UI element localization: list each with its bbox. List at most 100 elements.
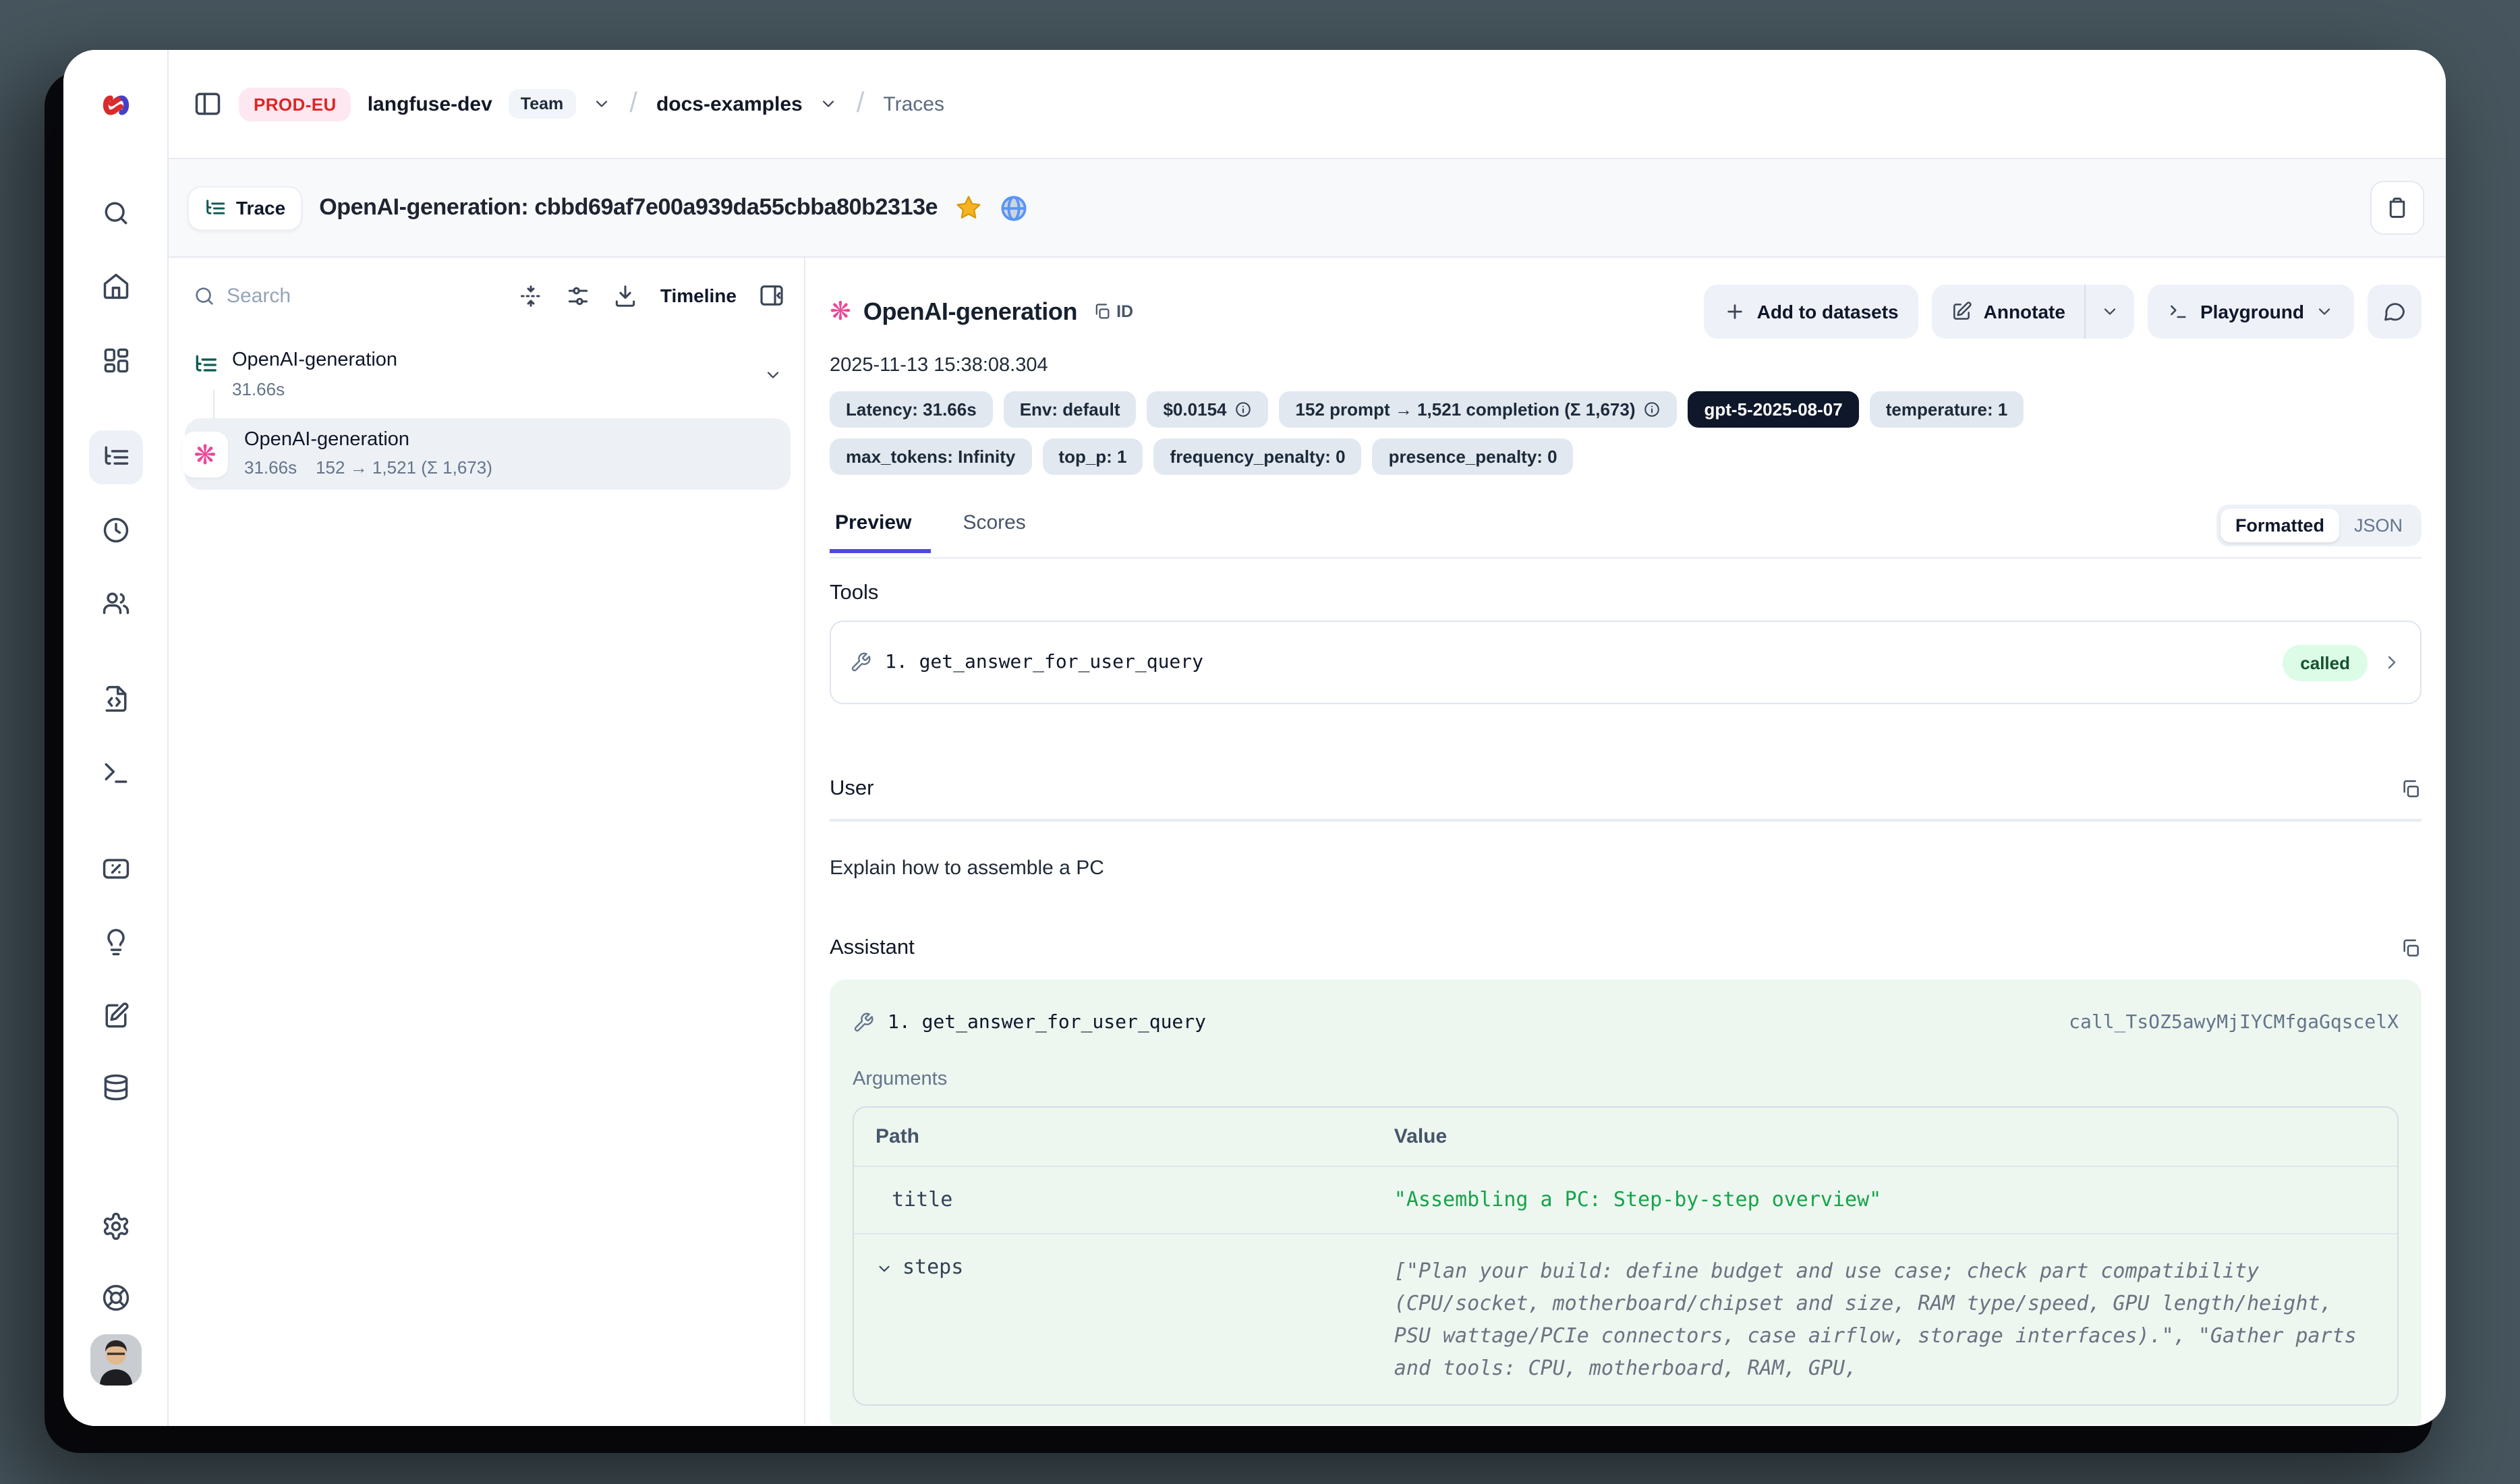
- sidebar-item-prompts[interactable]: [88, 672, 142, 726]
- chevron-down-icon[interactable]: [764, 366, 782, 384]
- sidebar-item-datasets[interactable]: [88, 1060, 142, 1114]
- breadcrumb-section[interactable]: Traces: [883, 92, 944, 115]
- max-tokens-badge: max_tokens: Infinity: [830, 438, 1031, 475]
- download-button[interactable]: [613, 283, 639, 308]
- list-tree-icon: [193, 352, 219, 378]
- home-icon: [101, 271, 130, 301]
- copy-icon[interactable]: [2400, 778, 2422, 800]
- format-json[interactable]: JSON: [2339, 509, 2417, 542]
- chevron-down-icon[interactable]: [592, 94, 610, 113]
- add-to-datasets-button[interactable]: Add to datasets: [1705, 285, 1919, 339]
- section-divider: [830, 819, 2422, 822]
- tokens-badge: 152 prompt → 1,521 completion (Σ 1,673): [1280, 391, 1678, 428]
- generation-duration: 31.66s: [244, 457, 297, 478]
- search-input[interactable]: [227, 284, 348, 307]
- annotate-button[interactable]: Annotate: [1932, 285, 2084, 339]
- sidebar-item-dashboards[interactable]: [88, 333, 142, 387]
- breadcrumb-separator: /: [857, 88, 865, 120]
- app-window: PROD-EU langfuse-dev Team / docs-example…: [63, 50, 2446, 1426]
- openai-icon: ❋: [830, 299, 851, 324]
- chevron-down-icon[interactable]: [819, 94, 838, 113]
- tab-scores[interactable]: Scores: [949, 511, 1039, 551]
- collapse-observations-button[interactable]: [519, 283, 544, 308]
- format-formatted[interactable]: Formatted: [2221, 509, 2339, 542]
- tools-heading: Tools: [830, 581, 2422, 606]
- tool-name: 1. get_answer_for_user_query: [885, 652, 1203, 673]
- format-toggle: Formatted JSON: [2216, 505, 2422, 546]
- database-icon: [101, 1073, 130, 1102]
- latency-badge: Latency: 31.66s: [830, 391, 993, 428]
- lightbulb-icon: [101, 928, 130, 958]
- sidebar-item-search[interactable]: [88, 186, 142, 240]
- frequency-penalty-badge: frequency_penalty: 0: [1154, 438, 1362, 475]
- openai-icon: ❋: [194, 441, 217, 468]
- arg-value-array: ["Plan your build: define budget and use…: [1394, 1259, 2357, 1380]
- wrench-icon: [850, 652, 871, 673]
- assistant-message-section: Assistant 1. get_answer_for_user_query c…: [830, 936, 2422, 1425]
- copy-id-button[interactable]: ID: [1092, 302, 1133, 321]
- tree-row-generation-selected[interactable]: ❋ OpenAI-generation 31.66s 152 → 1,521 (…: [185, 418, 791, 490]
- observation-tree: OpenAI-generation 31.66s ❋ OpenAI-genera…: [185, 344, 791, 490]
- sidebar-item-tracing[interactable]: [88, 430, 142, 484]
- sidebar-item-sessions[interactable]: [88, 503, 142, 557]
- tree-search[interactable]: [193, 284, 497, 307]
- tool-definition-row[interactable]: 1. get_answer_for_user_query called: [830, 621, 2422, 704]
- called-badge: called: [2283, 644, 2368, 681]
- chevron-down-icon[interactable]: [876, 1260, 893, 1278]
- langfuse-logo[interactable]: [96, 86, 134, 124]
- user-heading: User: [830, 777, 874, 801]
- bookmark-star-icon[interactable]: [955, 194, 982, 221]
- observation-detail-panel: ❋ OpenAI-generation ID Add to datasets: [805, 258, 2446, 1425]
- trace-node-duration: 31.66s: [232, 379, 397, 399]
- model-badge[interactable]: gpt-5-2025-08-07: [1688, 391, 1859, 428]
- user-message-section: User Explain how to assemble a PC: [830, 777, 2422, 880]
- breadcrumb-project[interactable]: docs-examples: [656, 92, 803, 115]
- copy-icon: [1092, 302, 1111, 321]
- avatar-image: [90, 1334, 141, 1386]
- users-icon: [101, 588, 130, 618]
- clipboard-pen-icon: [101, 1001, 130, 1031]
- sidebar-item-home[interactable]: [88, 259, 142, 313]
- sidebar-item-annotation[interactable]: [88, 989, 142, 1043]
- annotate-more-button[interactable]: [2086, 285, 2134, 339]
- arg-path: steps: [903, 1255, 963, 1279]
- table-row-steps: steps ["Plan your build: define budget a…: [854, 1234, 2397, 1404]
- sidebar-item-settings[interactable]: [88, 1199, 142, 1253]
- env-badge: Env: default: [1004, 391, 1137, 428]
- arguments-table: Path Value title "Assembling a PC: Step-…: [853, 1106, 2399, 1406]
- breadcrumb-org[interactable]: langfuse-dev: [368, 92, 492, 115]
- desktop-background: PROD-EU langfuse-dev Team / docs-example…: [0, 0, 2520, 1484]
- public-globe-icon[interactable]: [1000, 194, 1028, 222]
- tree-row-trace[interactable]: OpenAI-generation 31.66s: [185, 344, 791, 405]
- playground-button[interactable]: Playground: [2148, 285, 2354, 339]
- sidebar-item-evaluation[interactable]: [88, 842, 142, 896]
- delete-trace-button[interactable]: [2370, 181, 2424, 235]
- sidebar-item-support[interactable]: [88, 1271, 142, 1325]
- lifebuoy-icon: [101, 1283, 130, 1313]
- info-icon[interactable]: [1235, 401, 1253, 418]
- top-p-badge: top_p: 1: [1042, 438, 1143, 475]
- comments-button[interactable]: [2368, 285, 2422, 339]
- chevron-right-icon[interactable]: [2381, 652, 2403, 673]
- collapse-panel-button[interactable]: [758, 282, 785, 309]
- sidebar-item-llm-judge[interactable]: [88, 916, 142, 970]
- sidebar-item-users[interactable]: [88, 576, 142, 630]
- assistant-tool-call-panel: 1. get_answer_for_user_query call_TsOZ5a…: [830, 979, 2422, 1425]
- assistant-heading: Assistant: [830, 936, 915, 961]
- terminal-icon: [2168, 301, 2189, 322]
- user-avatar[interactable]: [90, 1334, 141, 1386]
- copy-icon[interactable]: [2400, 938, 2422, 959]
- annotate-button-group: Annotate: [1932, 285, 2134, 339]
- arg-path: title: [892, 1187, 952, 1211]
- dashboard-grid-icon: [101, 345, 130, 375]
- wrench-icon: [853, 1012, 874, 1033]
- tree-settings-button[interactable]: [566, 283, 592, 308]
- cost-badge: $0.0154: [1147, 391, 1269, 428]
- sidebar-toggle-icon[interactable]: [193, 89, 223, 119]
- sidebar-item-playground[interactable]: [88, 746, 142, 800]
- observation-actions: Add to datasets Annotate: [1705, 285, 2422, 339]
- generation-tokens: 152 → 1,521 (Σ 1,673): [316, 457, 492, 478]
- info-icon[interactable]: [1644, 401, 1661, 418]
- timeline-toggle[interactable]: Timeline: [660, 285, 737, 306]
- tab-preview[interactable]: Preview: [830, 511, 930, 551]
